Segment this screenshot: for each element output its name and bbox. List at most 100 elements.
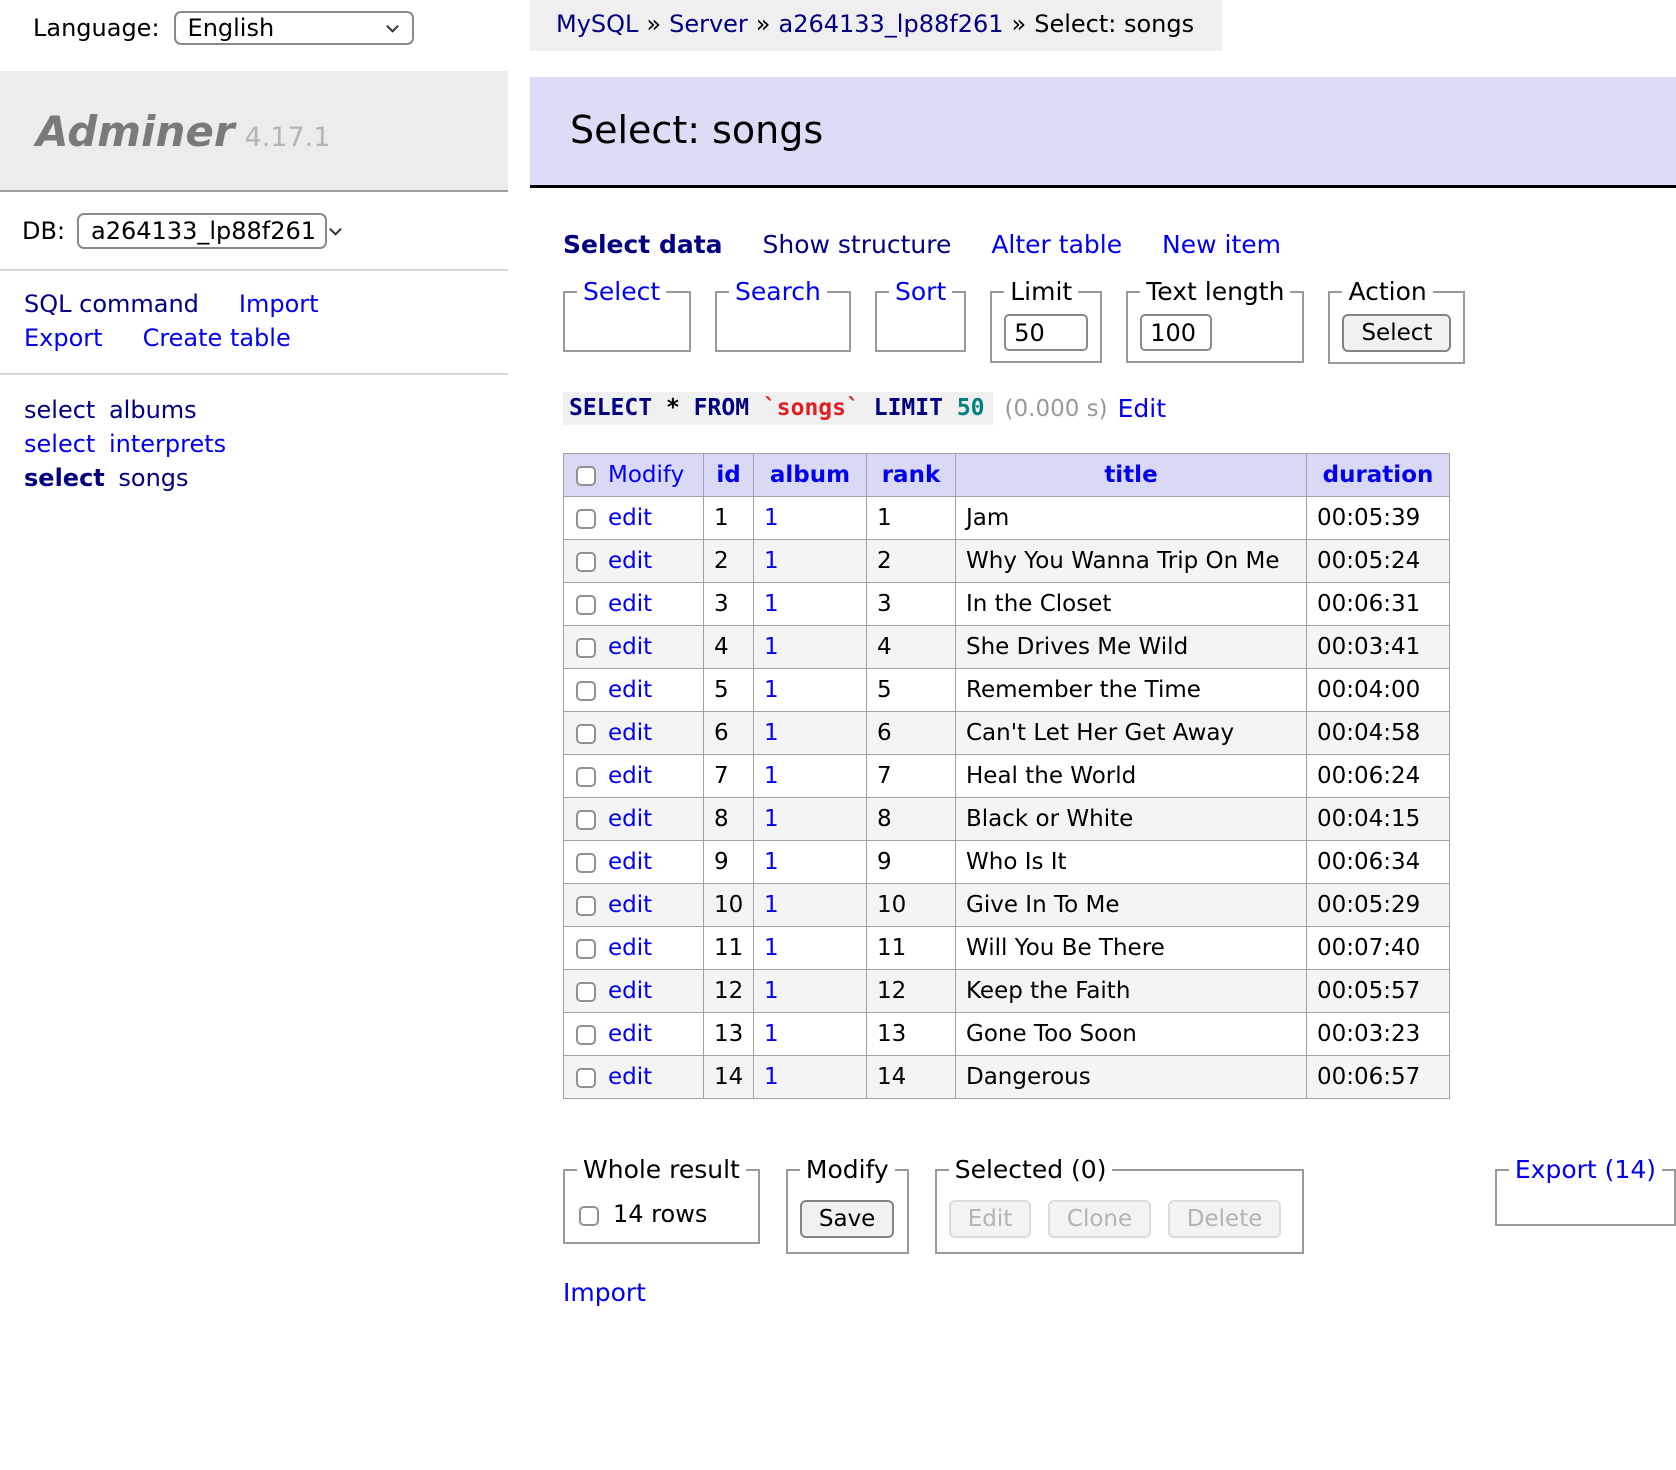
clone-selected-button[interactable]: Clone xyxy=(1048,1200,1151,1238)
cell-duration: 00:06:57 xyxy=(1307,1056,1450,1099)
limit-input[interactable] xyxy=(1004,314,1088,351)
album-link[interactable]: 1 xyxy=(764,634,779,660)
edit-row-link[interactable]: edit xyxy=(608,978,652,1004)
column-header-album[interactable]: album xyxy=(770,462,850,488)
column-header-rank[interactable]: rank xyxy=(882,462,941,488)
page-title: Select: songs xyxy=(530,77,1676,188)
table-row: edit515Remember the Time00:04:00 xyxy=(564,669,1450,712)
import-link[interactable]: Import xyxy=(239,290,319,318)
edit-row-link[interactable]: edit xyxy=(608,806,652,832)
cell-rank: 3 xyxy=(867,583,956,626)
row-checkbox[interactable] xyxy=(576,681,596,701)
text-length-fieldset: Text length xyxy=(1126,277,1304,363)
export-fieldset: Export (14) xyxy=(1495,1155,1676,1226)
cell-id: 5 xyxy=(704,669,754,712)
album-link[interactable]: 1 xyxy=(764,763,779,789)
edit-row-link[interactable]: edit xyxy=(608,1021,652,1047)
edit-row-link[interactable]: edit xyxy=(608,591,652,617)
tab-select-data[interactable]: Select data xyxy=(563,230,723,259)
sql-keyword: SELECT xyxy=(569,395,652,421)
column-header-title[interactable]: title xyxy=(1104,462,1157,488)
album-link[interactable]: 1 xyxy=(764,935,779,961)
album-link[interactable]: 1 xyxy=(764,1021,779,1047)
edit-row-link[interactable]: edit xyxy=(608,849,652,875)
row-checkbox[interactable] xyxy=(576,1025,596,1045)
album-link[interactable]: 1 xyxy=(764,505,779,531)
select-songs-link[interactable]: select xyxy=(24,464,105,492)
edit-row-link[interactable]: edit xyxy=(608,505,652,531)
row-checkbox[interactable] xyxy=(576,724,596,744)
db-select[interactable]: a264133_lp88f261 xyxy=(77,213,327,249)
album-link[interactable]: 1 xyxy=(764,806,779,832)
album-link[interactable]: 1 xyxy=(764,978,779,1004)
edit-row-link[interactable]: edit xyxy=(608,1064,652,1090)
albums-table-link[interactable]: albums xyxy=(109,396,197,424)
create-table-link[interactable]: Create table xyxy=(143,324,291,352)
album-link[interactable]: 1 xyxy=(764,548,779,574)
tab-show-structure[interactable]: Show structure xyxy=(763,230,952,259)
edit-row-link[interactable]: edit xyxy=(608,935,652,961)
edit-row-link[interactable]: edit xyxy=(608,548,652,574)
select-action-button[interactable]: Select xyxy=(1342,314,1451,352)
edit-row-link[interactable]: edit xyxy=(608,763,652,789)
search-link[interactable]: Search xyxy=(735,277,821,306)
album-link[interactable]: 1 xyxy=(764,720,779,746)
edit-row-link[interactable]: edit xyxy=(608,720,652,746)
whole-result-checkbox[interactable] xyxy=(579,1206,599,1226)
album-link[interactable]: 1 xyxy=(764,677,779,703)
breadcrumb-db-link[interactable]: a264133_lp88f261 xyxy=(778,10,1003,38)
save-button[interactable]: Save xyxy=(800,1200,894,1238)
modify-header-link[interactable]: Modify xyxy=(608,462,684,488)
edit-row-link[interactable]: edit xyxy=(608,677,652,703)
row-checkbox[interactable] xyxy=(576,509,596,529)
export-result-link[interactable]: Export (14) xyxy=(1515,1155,1656,1184)
text-length-input[interactable] xyxy=(1140,314,1212,351)
delete-selected-button[interactable]: Delete xyxy=(1168,1200,1282,1238)
export-link[interactable]: Export xyxy=(24,324,103,352)
language-select[interactable]: English xyxy=(174,11,414,45)
row-checkbox[interactable] xyxy=(576,552,596,572)
row-checkbox[interactable] xyxy=(576,982,596,1002)
row-checkbox[interactable] xyxy=(576,939,596,959)
edit-query-link[interactable]: Edit xyxy=(1118,394,1166,423)
edit-selected-button[interactable]: Edit xyxy=(949,1200,1032,1238)
sql-command-link[interactable]: SQL command xyxy=(24,290,199,318)
row-checkbox[interactable] xyxy=(576,853,596,873)
language-row: Language: English xyxy=(0,0,530,45)
sort-link[interactable]: Sort xyxy=(895,277,946,306)
table-row: edit212Why You Wanna Trip On Me00:05:24 xyxy=(564,540,1450,583)
select-albums-link[interactable]: select xyxy=(24,396,95,424)
tab-new-item[interactable]: New item xyxy=(1162,230,1281,259)
cell-title: She Drives Me Wild xyxy=(956,626,1307,669)
album-link[interactable]: 1 xyxy=(764,892,779,918)
cell-rank: 14 xyxy=(867,1056,956,1099)
row-checkbox[interactable] xyxy=(576,767,596,787)
breadcrumb-server-link[interactable]: Server xyxy=(669,10,748,38)
select-interprets-link[interactable]: select xyxy=(24,430,95,458)
songs-table-link[interactable]: songs xyxy=(118,464,188,492)
cell-title: Can't Let Her Get Away xyxy=(956,712,1307,755)
table-header-row: Modify id album rank title duration xyxy=(564,454,1450,497)
column-header-id[interactable]: id xyxy=(716,462,740,488)
edit-row-link[interactable]: edit xyxy=(608,634,652,660)
album-link[interactable]: 1 xyxy=(764,591,779,617)
row-checkbox[interactable] xyxy=(576,595,596,615)
column-header-duration[interactable]: duration xyxy=(1323,462,1434,488)
import-data-link[interactable]: Import xyxy=(563,1278,646,1307)
sql-keyword: LIMIT xyxy=(874,395,943,421)
action-legend: Action xyxy=(1342,277,1432,306)
select-columns-link[interactable]: Select xyxy=(583,277,660,306)
row-checkbox[interactable] xyxy=(576,810,596,830)
breadcrumb-mysql-link[interactable]: MySQL xyxy=(556,10,638,38)
sidebar-table-songs: select songs xyxy=(24,461,530,495)
album-link[interactable]: 1 xyxy=(764,849,779,875)
edit-row-link[interactable]: edit xyxy=(608,892,652,918)
row-checkbox[interactable] xyxy=(576,638,596,658)
album-link[interactable]: 1 xyxy=(764,1064,779,1090)
interprets-table-link[interactable]: interprets xyxy=(109,430,226,458)
select-all-checkbox[interactable] xyxy=(576,466,596,486)
page-tabs: Select data Show structure Alter table N… xyxy=(563,230,1676,259)
row-checkbox[interactable] xyxy=(576,896,596,916)
row-checkbox[interactable] xyxy=(576,1068,596,1088)
tab-alter-table[interactable]: Alter table xyxy=(991,230,1122,259)
